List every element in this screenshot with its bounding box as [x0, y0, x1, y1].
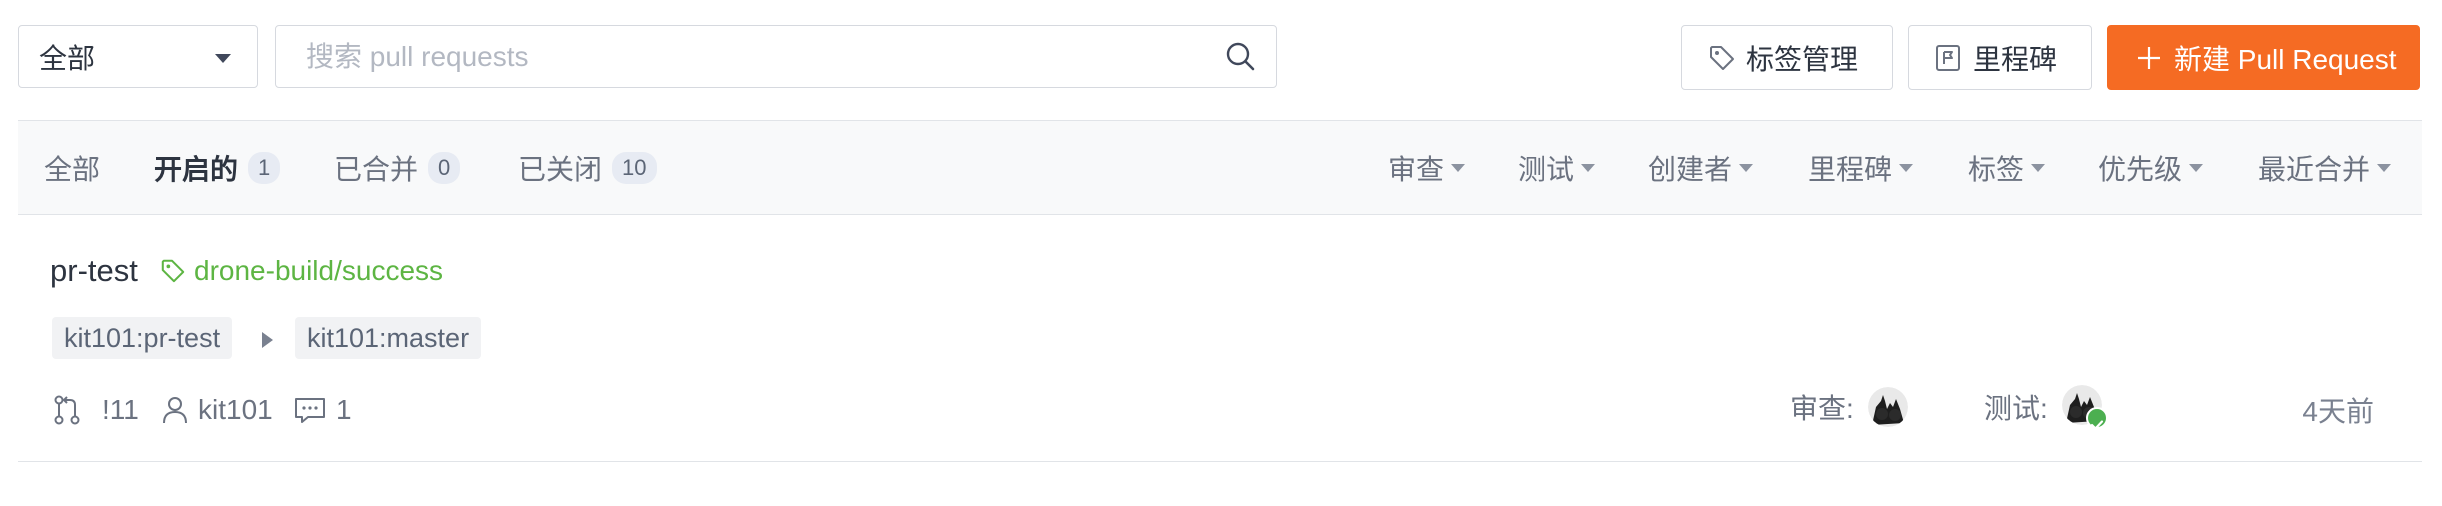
tab-label: 已关闭	[518, 153, 603, 185]
testers: 测试:	[1984, 385, 2110, 430]
search-icon[interactable]	[1224, 40, 1256, 72]
new-pull-request-button[interactable]: 新建 Pull Request	[2107, 25, 2420, 90]
chevron-down-icon	[2189, 163, 2204, 172]
tab-open[interactable]: 开启的 1	[154, 121, 281, 214]
chevron-down-icon	[215, 54, 231, 63]
updated-time: 4天前	[2302, 396, 2374, 427]
count-badge: 10	[612, 151, 657, 184]
filter-label: 里程碑	[1808, 153, 1893, 185]
filter-label: 测试	[1518, 153, 1575, 185]
reviewer-avatar[interactable]	[1867, 387, 1908, 427]
filter-label-dropdown[interactable]: 标签	[1968, 121, 2046, 214]
testers-label: 测试:	[1984, 393, 2048, 424]
pr-comments[interactable]: 1	[294, 390, 352, 430]
source-branch[interactable]: kit101:pr-test	[52, 317, 233, 359]
milestone-button[interactable]: 里程碑	[1908, 25, 2092, 90]
tab-closed[interactable]: 已关闭 10	[518, 121, 657, 214]
pr-number[interactable]: !11	[102, 390, 139, 430]
labels-manage-button[interactable]: 标签管理	[1681, 25, 1893, 90]
pull-request-icon	[52, 390, 82, 430]
sort-dropdown[interactable]: 最近合并	[2258, 121, 2392, 214]
arrow-right-icon	[262, 332, 273, 348]
filter-label: 创建者	[1648, 153, 1733, 185]
chevron-down-icon	[1739, 163, 1754, 172]
filter-test-dropdown[interactable]: 测试	[1518, 121, 1596, 214]
chevron-down-icon	[1581, 163, 1596, 172]
reviewers: 审查:	[1790, 385, 1908, 429]
filter-label: 标签	[1968, 153, 2025, 185]
tab-merged[interactable]: 已合并 0	[334, 121, 461, 214]
filter-label: 审查	[1388, 153, 1445, 185]
comment-count: 1	[336, 394, 352, 425]
count-badge: 0	[428, 151, 461, 184]
sort-label: 最近合并	[2258, 153, 2371, 185]
pr-author[interactable]: kit101	[162, 390, 273, 430]
filter-label: 优先级	[2098, 153, 2183, 185]
tag-icon	[1710, 45, 1734, 70]
chevron-down-icon	[2031, 163, 2046, 172]
comment-icon	[295, 398, 325, 423]
milestone-icon	[1936, 44, 1960, 71]
tab-all[interactable]: 全部	[44, 121, 100, 214]
filter-bar: 全部 开启的 1 已合并 0 已关闭 10 审查 测试 创建者 里程碑 标签 优…	[18, 120, 2422, 215]
labels-manage-label: 标签管理	[1746, 43, 1859, 75]
pr-label-badge[interactable]: drone-build/success	[160, 255, 443, 287]
chevron-down-icon	[1451, 163, 1466, 172]
pr-title-link[interactable]: pr-test	[50, 253, 138, 289]
milestone-label: 里程碑	[1973, 43, 2058, 75]
toolbar: 全部 标签管理 里程碑 新建 Pull Request	[0, 0, 2442, 118]
check-icon	[2085, 407, 2108, 430]
new-pull-request-label: 新建 Pull Request	[2174, 43, 2397, 75]
tag-icon	[161, 259, 185, 283]
filter-review-dropdown[interactable]: 审查	[1388, 121, 1466, 214]
reviewers-label: 审查:	[1790, 393, 1854, 424]
target-branch[interactable]: kit101:master	[295, 317, 482, 359]
tester-avatar[interactable]	[2061, 385, 2110, 430]
filter-creator-dropdown[interactable]: 创建者	[1648, 121, 1754, 214]
tab-label: 开启的	[154, 153, 239, 185]
scope-select[interactable]: 全部	[18, 25, 258, 88]
user-icon	[163, 397, 187, 424]
search-box	[275, 25, 1277, 88]
pr-label-text: drone-build/success	[194, 255, 444, 286]
pull-request-item: pr-test drone-build/success kit101:pr-te…	[18, 215, 2422, 462]
chevron-down-icon	[2377, 163, 2392, 172]
filter-priority-dropdown[interactable]: 优先级	[2098, 121, 2204, 214]
filter-milestone-dropdown[interactable]: 里程碑	[1808, 121, 1914, 214]
pr-author-name: kit101	[198, 394, 273, 425]
scope-select-value: 全部	[39, 42, 96, 74]
chevron-down-icon	[1899, 163, 1914, 172]
tab-label: 已合并	[334, 153, 419, 185]
tab-label: 全部	[44, 153, 101, 185]
search-input[interactable]	[276, 26, 1206, 87]
plus-icon	[2138, 46, 2160, 69]
count-badge: 1	[248, 151, 281, 184]
